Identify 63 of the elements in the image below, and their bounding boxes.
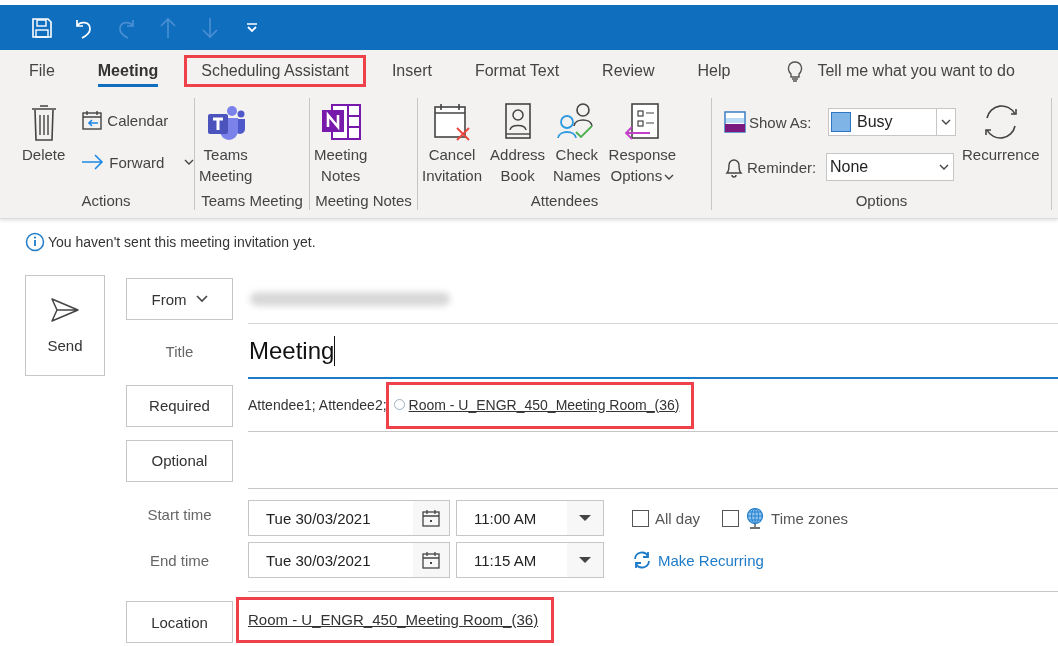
send-icon	[50, 297, 80, 323]
show-as-icon	[724, 111, 746, 133]
ribbon-tab[interactable]: Scheduling Assistant	[184, 55, 366, 87]
date-field[interactable]: Tue 30/03/2021	[248, 542, 450, 578]
ribbon-tab[interactable]: Insert	[374, 55, 449, 87]
time-field[interactable]: 11:00 AM	[456, 500, 604, 536]
option-label: Show As:	[749, 113, 813, 131]
calendar-icon[interactable]	[413, 501, 449, 535]
from-button[interactable]: From	[126, 278, 233, 320]
caret-icon	[939, 163, 949, 171]
arrow-right-icon	[81, 153, 106, 171]
ribbon-tab[interactable]: Format Text	[457, 55, 577, 87]
ribbon-button[interactable]: Meeting Notes	[312, 98, 370, 186]
field-label: Title	[164, 341, 195, 362]
ribbon-tab[interactable]: Review	[585, 55, 672, 87]
checkbox-label: Time zones	[771, 509, 848, 527]
required-button[interactable]: Required	[126, 384, 233, 427]
make-recurring-link[interactable]: Make Recurring	[632, 550, 764, 570]
title-field[interactable]: Meeting	[248, 323, 1058, 379]
caret-icon	[941, 118, 951, 126]
globe-icon	[745, 507, 766, 529]
group-label: Options	[854, 192, 909, 210]
chevron-icon	[195, 295, 208, 303]
ribbon-button[interactable]: Check Names	[551, 98, 603, 186]
dropdown[interactable]: None	[826, 153, 954, 181]
ribbon-button[interactable]: Response Options	[606, 98, 679, 186]
ribbon-button[interactable]: Calendar	[81, 108, 195, 132]
option-label: Reminder:	[747, 158, 818, 176]
save-icon[interactable]	[30, 15, 54, 40]
ribbon-tab[interactable]: Help	[680, 55, 748, 87]
tell-me-search[interactable]: Tell me what you want to do	[817, 62, 1015, 80]
ribbon-button[interactable]: Recurrence	[960, 98, 1042, 165]
room-link[interactable]: Room - U_ENGR_450_Meeting Room_(36)	[408, 396, 680, 413]
ribbon-button[interactable]: Delete	[20, 98, 68, 165]
ribbon-button[interactable]: Cancel Invitation	[420, 98, 485, 186]
time-field[interactable]: 11:15 AM	[456, 542, 604, 578]
attendee-list: Attendee1; Attendee2;	[248, 397, 387, 413]
lightbulb-icon[interactable]	[786, 60, 805, 82]
group-label: Teams Meeting	[200, 192, 304, 210]
info-icon	[25, 231, 45, 252]
bell-icon	[724, 156, 744, 178]
location-button[interactable]: Location	[126, 601, 233, 643]
optional-button[interactable]: Optional	[126, 439, 233, 482]
checkbox[interactable]	[722, 509, 740, 527]
ribbon-button[interactable]: Teams Meeting	[197, 98, 255, 186]
field-label: Start time	[146, 504, 213, 525]
ribbon-tab[interactable]: File	[12, 55, 72, 87]
info-message: You haven't sent this meeting invitation yet.	[48, 233, 316, 250]
dropdown[interactable]: Busy	[828, 108, 956, 136]
ribbon-tab[interactable]: Meeting	[80, 55, 176, 87]
group-label: Actions	[80, 192, 132, 210]
checkbox[interactable]	[632, 509, 649, 527]
location-link[interactable]: Room - U_ENGR_450_Meeting Room_(36)	[248, 611, 539, 628]
checkbox-label: All day	[655, 509, 701, 527]
group-label: Meeting Notes	[314, 192, 413, 210]
refresh-icon	[632, 550, 652, 570]
calendar-icon[interactable]	[413, 543, 449, 577]
ribbon-button[interactable]: Address Book	[488, 98, 548, 186]
send-button[interactable]: Send	[25, 275, 105, 376]
group-label: Attendees	[529, 192, 600, 210]
ribbon-button[interactable]: Forward	[81, 150, 195, 174]
date-field[interactable]: Tue 30/03/2021	[248, 500, 450, 536]
field-label: End time	[148, 550, 211, 571]
